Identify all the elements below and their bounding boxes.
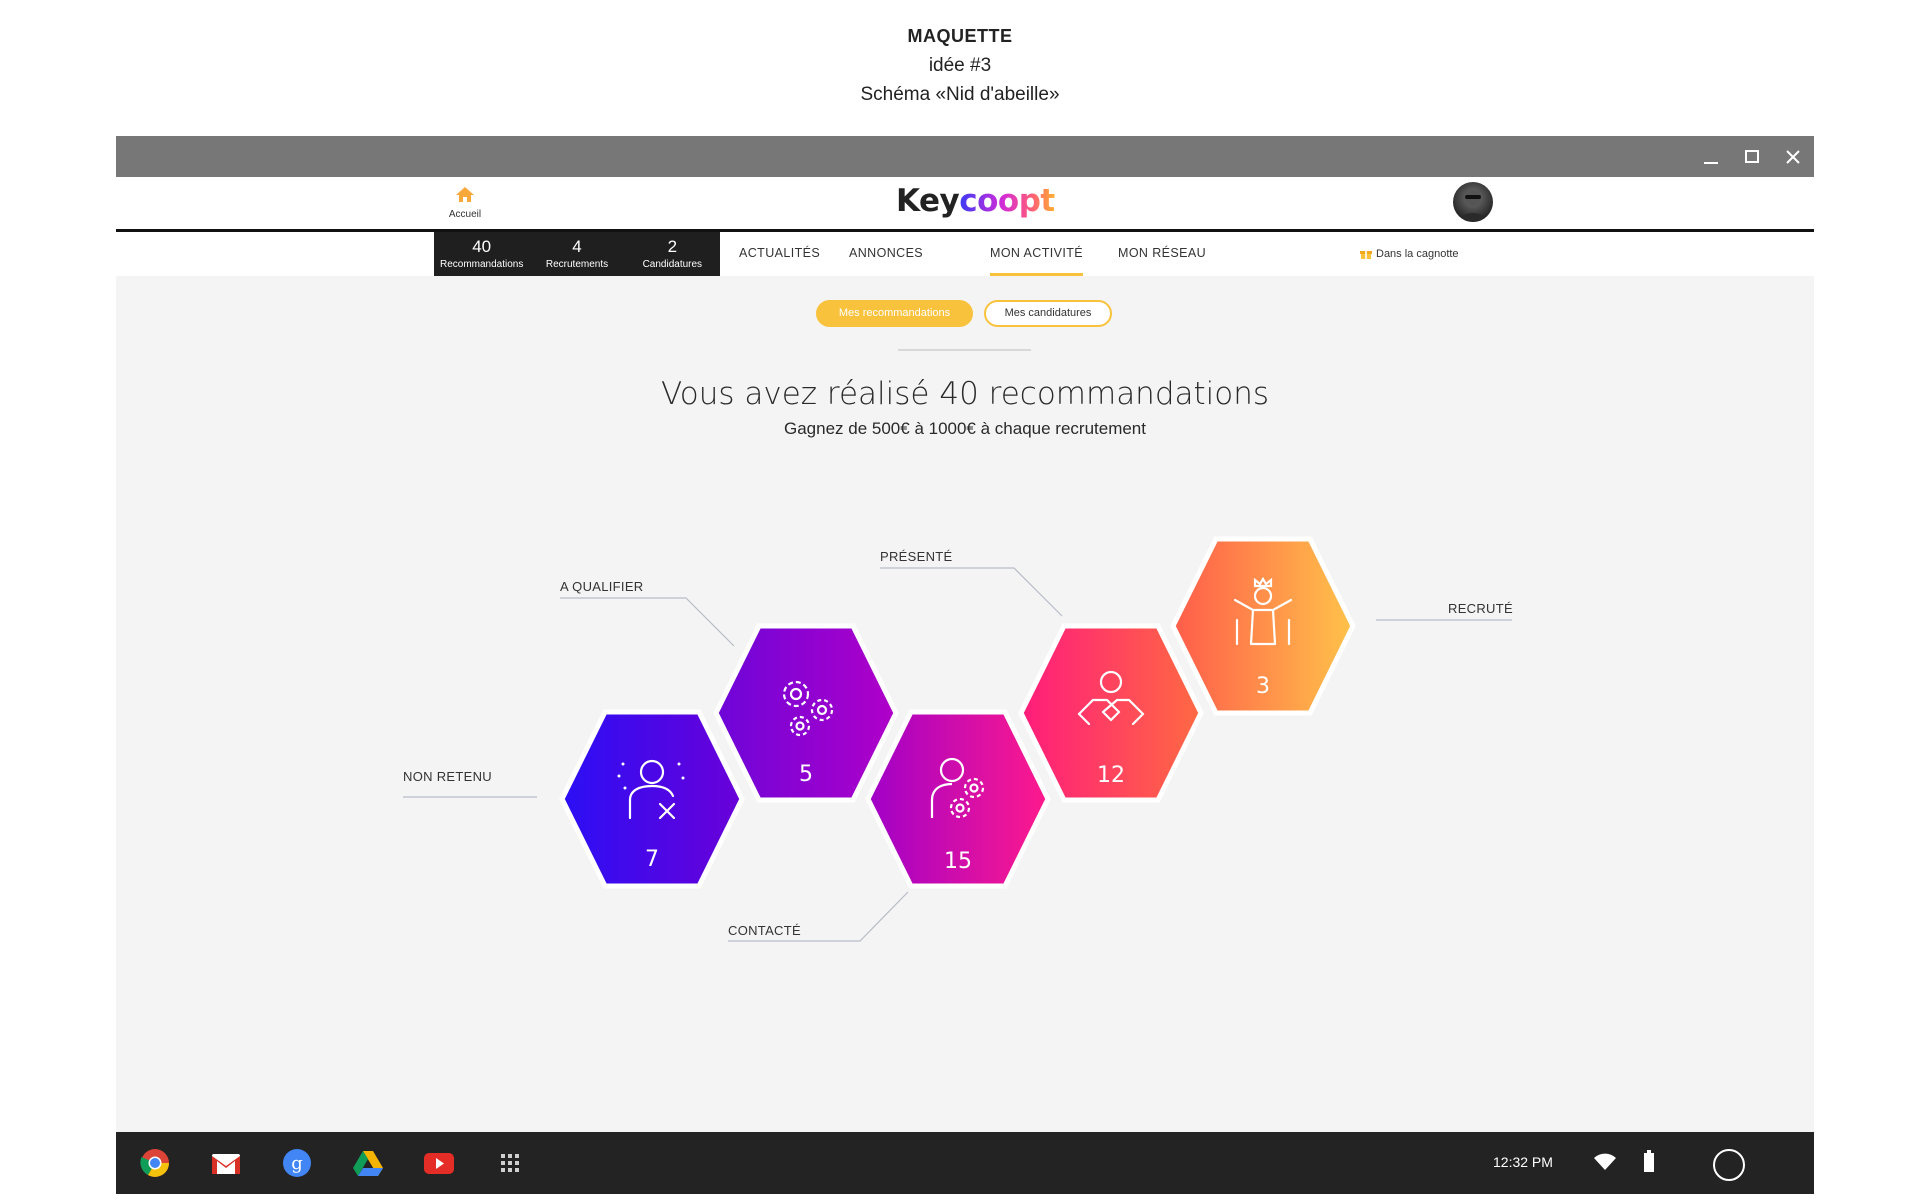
hex-count: 3 [1256,674,1270,699]
wifi-icon[interactable] [1593,1152,1617,1172]
stage-label-presente: PRÉSENTÉ [880,549,953,564]
gmail-icon[interactable] [210,1147,242,1179]
youtube-icon[interactable] [423,1147,455,1179]
stage-label-a-qualifier: A QUALIFIER [560,579,644,594]
honeycomb-diagram: NON RETENU A QUALIFIER CONTACTÉ PRÉSENTÉ… [403,536,1513,942]
leader-line-a-qualifier [560,597,735,647]
hex-recrute[interactable]: 3 [1170,536,1356,716]
stage-label-contacte: CONTACTÉ [728,923,801,938]
battery-icon[interactable] [1643,1149,1655,1173]
chrome-icon[interactable] [139,1147,171,1179]
os-taskbar: g 12:32 PM [116,1132,1814,1194]
drive-icon[interactable] [352,1147,384,1179]
stage-label-non-retenu: NON RETENU [403,769,492,784]
hex-count: 12 [1097,763,1125,788]
stage-label-recrute: RECRUTÉ [1448,601,1513,616]
hex-contacte[interactable]: 15 [865,709,1051,889]
hex-count: 7 [645,847,659,872]
mockup-heading: MAQUETTE [907,26,1013,46]
hex-a-qualifier[interactable]: 5 [713,623,899,803]
mockup-schema-label: Schéma «Nid d'abeille» [860,84,1060,105]
hex-count: 15 [944,849,972,874]
svg-text:g: g [291,1153,303,1174]
hex-count: 5 [799,762,813,787]
mockup-idea-label: idée #3 [928,55,992,76]
google-search-icon[interactable]: g [281,1147,313,1179]
leader-line-presente [880,567,1063,617]
system-clock[interactable]: 12:32 PM [1493,1154,1553,1170]
app-launcher-icon[interactable] [494,1147,526,1179]
hex-presente[interactable]: 12 [1018,623,1204,803]
app-window: Accueil Keycoopt 40 Recommandations 4 Re… [116,136,1814,1194]
launcher-circle-icon[interactable] [1711,1147,1747,1183]
hex-non-retenu[interactable]: 7 [559,709,745,889]
